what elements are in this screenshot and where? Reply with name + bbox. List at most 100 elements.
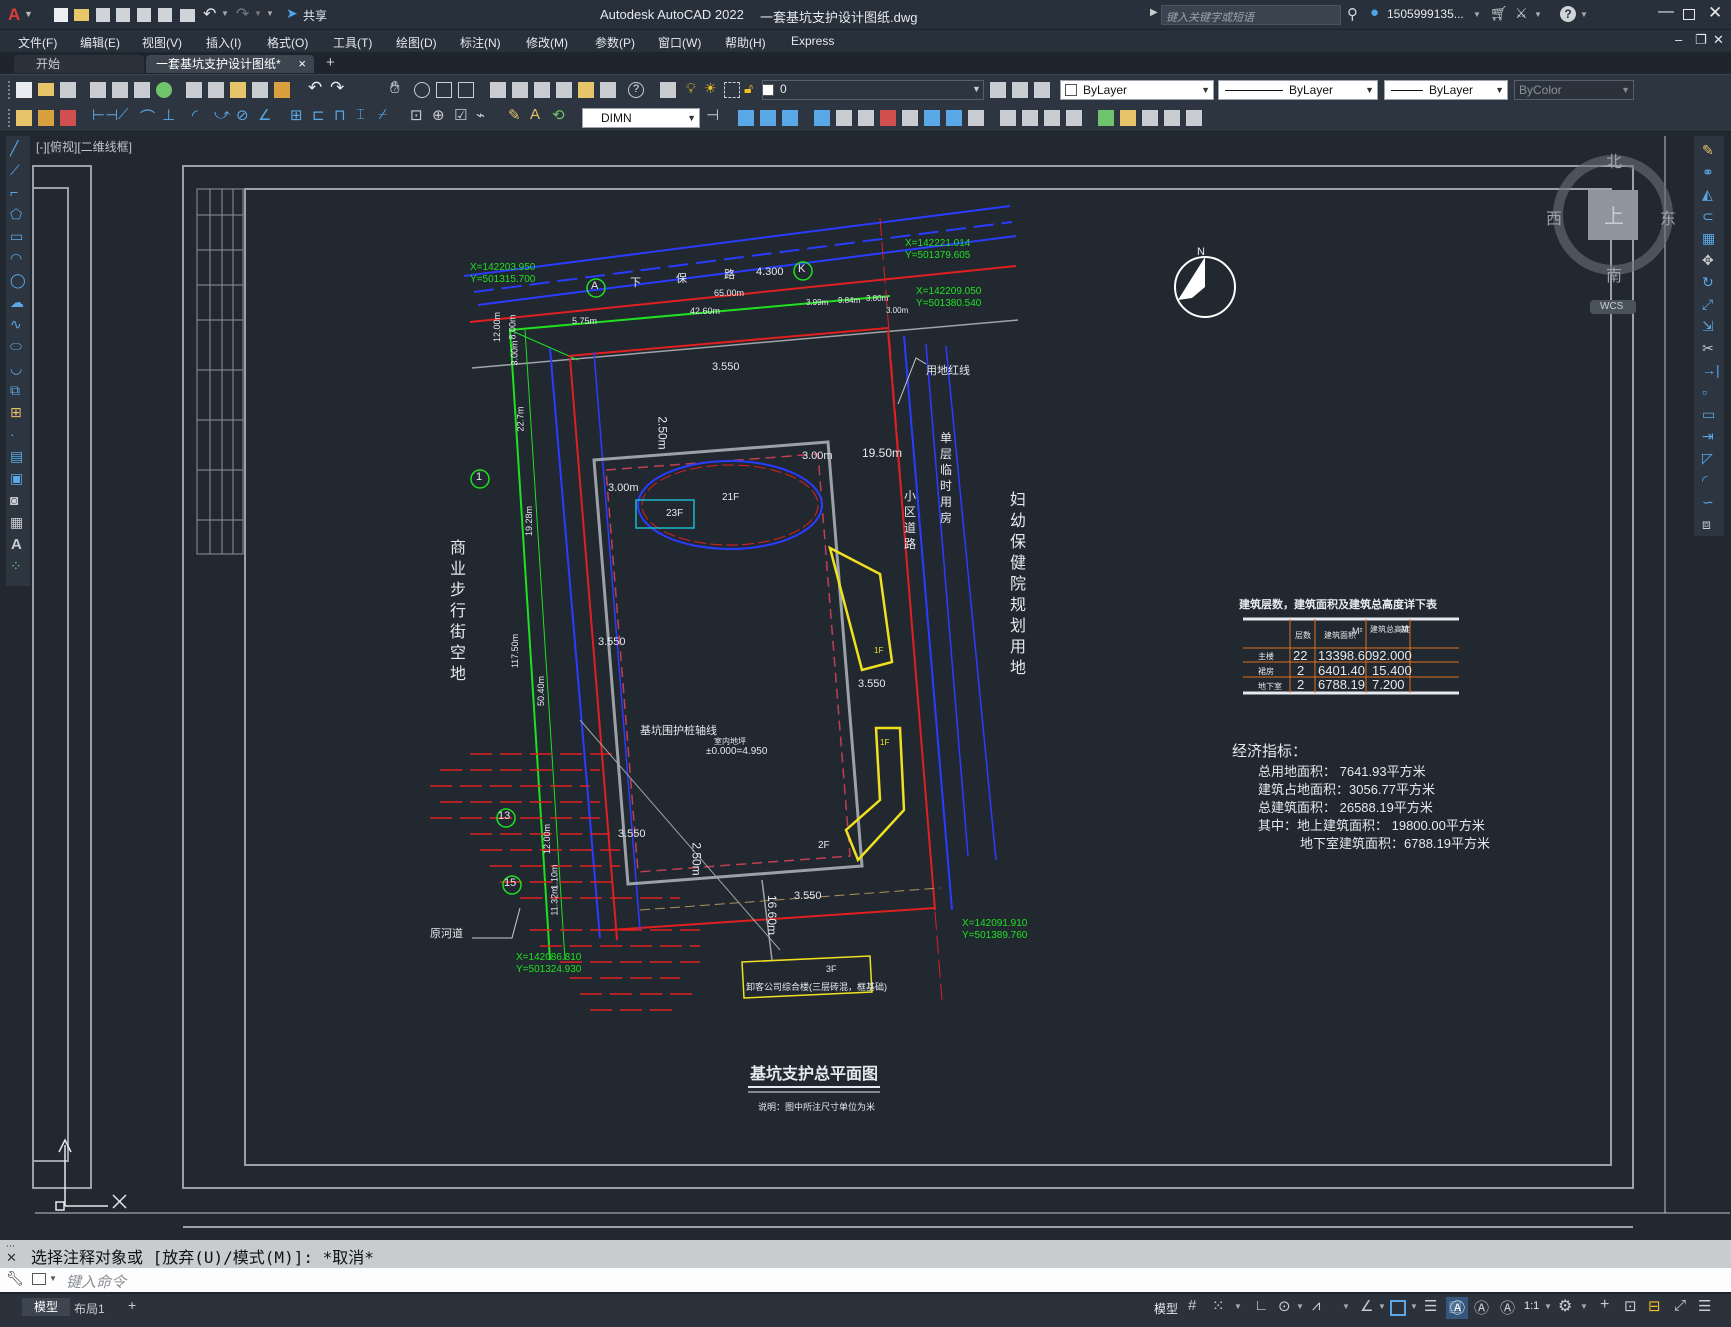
grid-icon[interactable]: # bbox=[1188, 1297, 1196, 1314]
units-icon[interactable]: ⊡ bbox=[1624, 1297, 1637, 1315]
axis-label-13: 13 bbox=[498, 810, 511, 822]
table-row3-name: 地下室 bbox=[1258, 682, 1282, 691]
axis-bubbles bbox=[470, 261, 813, 895]
brown-dash-line bbox=[639, 887, 941, 911]
axis-label-a: A bbox=[591, 280, 599, 292]
axis-label-15: 15 bbox=[504, 877, 517, 889]
model-tab[interactable]: 模型 bbox=[22, 1298, 70, 1316]
command-close-icon[interactable]: ✕ bbox=[6, 1250, 17, 1266]
wcs-label[interactable]: WCS bbox=[1600, 301, 1623, 312]
workspace-gear-icon[interactable]: ⚙ bbox=[1558, 1296, 1572, 1316]
table-header-floors: 层数 bbox=[1295, 631, 1311, 640]
coord-x-3: X=142209.050 bbox=[916, 286, 982, 297]
fullscreen-icon[interactable]: ⤢ bbox=[1674, 1297, 1686, 1314]
annotation-monitor-icon[interactable]: + bbox=[1600, 1296, 1609, 1314]
annotation-visibility-icon[interactable]: Ⓐ bbox=[1450, 1297, 1465, 1318]
floor-east2: 1F bbox=[880, 738, 890, 747]
auto-scale-icon[interactable]: Ⓐ bbox=[1474, 1297, 1489, 1318]
table-row3-height: 7.200 bbox=[1372, 677, 1405, 692]
floor-south: 2F bbox=[818, 840, 830, 851]
viewcube-east[interactable]: 东 bbox=[1660, 205, 1676, 229]
annotation-scale-value[interactable]: 1:1 bbox=[1524, 1300, 1539, 1312]
model-space-button[interactable]: 模型 bbox=[1154, 1300, 1178, 1317]
status-bar: 模型 布局1 + 模型 # ⁙ ▼ ∟ ⊙ ▼ ⩘ ▼ ∠ ▼ ▼ ☰ ▤ Ⓐ … bbox=[0, 1293, 1731, 1327]
indicator-line-4: 其中：地上建筑面积： 19800.00平方米 bbox=[1258, 818, 1485, 833]
dim-d5: 3.00m bbox=[886, 306, 909, 315]
lineweight-icon[interactable]: ☰ bbox=[1424, 1297, 1437, 1315]
floor-main: 21F bbox=[722, 492, 740, 503]
command-recent-dropdown-icon[interactable]: ▼ bbox=[49, 1274, 57, 1283]
elevation-4: 3.550 bbox=[618, 828, 646, 840]
viewcube-west[interactable]: 西 bbox=[1546, 205, 1562, 229]
table-title: 建筑层数，建筑面积及建筑总高度详下表 bbox=[1239, 599, 1437, 611]
temp-house-label: 单层临时用房 bbox=[940, 431, 953, 525]
ortho-icon[interactable]: ∟ bbox=[1254, 1297, 1269, 1314]
viewcube[interactable] bbox=[1553, 155, 1673, 314]
pit-line-label: 基坑围护桩轴线 bbox=[640, 725, 717, 737]
dim-right1: 19.50m bbox=[862, 446, 903, 460]
table-row3-floors: 2 bbox=[1297, 677, 1305, 692]
blue-line-right3 bbox=[945, 345, 997, 861]
indicator-line-2: 建筑占地面积：3056.77平方米 bbox=[1258, 782, 1435, 797]
command-history: ⋯ ✕ 选择注释对象或 [放弃(U)/模式(M)]: *取消* bbox=[0, 1240, 1731, 1268]
dim-left3: 3.00m bbox=[509, 340, 520, 366]
command-settings-icon[interactable]: 🔧︎ bbox=[6, 1270, 24, 1287]
dim-top-total: 65.00m bbox=[714, 288, 745, 298]
dim-d1: 5.75m bbox=[572, 316, 598, 326]
add-layout-button[interactable]: + bbox=[128, 1297, 136, 1313]
workspace-dropdown-icon[interactable]: ▼ bbox=[1580, 1302, 1588, 1311]
snap-icon[interactable]: ⁙ bbox=[1212, 1297, 1225, 1315]
north-arrow-label: N bbox=[1197, 246, 1205, 258]
leader-line bbox=[509, 329, 579, 361]
layout1-tab[interactable]: 布局1 bbox=[74, 1300, 105, 1317]
annotation-scale-icon[interactable]: Ⓐ bbox=[1500, 1297, 1515, 1318]
leader-redline bbox=[897, 357, 927, 405]
table-row2-area: 6401.40 bbox=[1318, 663, 1365, 678]
viewcube-north[interactable]: 北 bbox=[1606, 148, 1622, 172]
table-row3-area: 6788.19 bbox=[1318, 677, 1365, 692]
annotation-scale-dropdown-icon[interactable]: ▼ bbox=[1544, 1302, 1552, 1311]
blue-line-right2 bbox=[925, 343, 969, 857]
coord-y-5: Y=501389.760 bbox=[962, 930, 1028, 941]
dim-left8: 12.00m bbox=[542, 823, 553, 855]
dim-left5: 19.28m bbox=[524, 505, 535, 537]
red-line bbox=[567, 327, 889, 357]
dim-left6: 117.50m bbox=[510, 633, 521, 669]
quick-properties-icon[interactable]: ⊟ bbox=[1648, 1297, 1661, 1315]
command-line[interactable]: 🔧︎ ▼ 键入命令 bbox=[0, 1268, 1731, 1292]
polar-dropdown-icon[interactable]: ▼ bbox=[1296, 1302, 1304, 1311]
otrack-dropdown-icon[interactable]: ▼ bbox=[1378, 1302, 1386, 1311]
osnap-icon[interactable] bbox=[1390, 1300, 1406, 1316]
left-land-label: 商业步行街空地 bbox=[450, 540, 467, 683]
polar-icon[interactable]: ⊙ bbox=[1278, 1297, 1291, 1315]
viewcube-south[interactable]: 南 bbox=[1606, 262, 1622, 286]
table-row2-floors: 2 bbox=[1297, 663, 1305, 678]
pit-inner-line bbox=[605, 453, 851, 873]
road-char-1: 下 bbox=[630, 277, 641, 289]
isodraft-icon[interactable]: ⩘ bbox=[1312, 1297, 1320, 1314]
elevation-1: 3.550 bbox=[712, 361, 740, 373]
coord-x-2: X=142221.014 bbox=[905, 238, 971, 249]
drawing-canvas[interactable] bbox=[0, 0, 1731, 1327]
site-plan bbox=[430, 205, 1019, 1011]
customize-status-icon[interactable]: ☰ bbox=[1698, 1297, 1711, 1315]
isodraft-dropdown-icon[interactable]: ▼ bbox=[1342, 1302, 1350, 1311]
indicator-line-3: 总建筑面积： 26588.19平方米 bbox=[1258, 800, 1433, 815]
dim-left4: 22.7m bbox=[515, 406, 526, 432]
dim-pit2: 3.00m bbox=[608, 482, 639, 494]
indicator-line-1: 总用地面积： 7641.93平方米 bbox=[1258, 764, 1426, 779]
grey-line bbox=[471, 319, 1019, 369]
dim-d2: 3.99m bbox=[806, 298, 829, 307]
otrack-icon[interactable]: ∠ bbox=[1360, 1297, 1373, 1315]
red-line-label: 用地红线 bbox=[926, 365, 970, 377]
command-recent-icon[interactable] bbox=[32, 1273, 46, 1285]
dim-left7: 50.40m bbox=[536, 675, 547, 707]
dim-top-inner: 42.60m bbox=[690, 306, 721, 316]
snap-dropdown-icon[interactable]: ▼ bbox=[1234, 1302, 1242, 1311]
viewcube-top[interactable]: 上 bbox=[1604, 200, 1624, 229]
south-building-floors: 3F bbox=[826, 964, 837, 974]
table-row1-height: 92.000 bbox=[1372, 648, 1412, 663]
osnap-dropdown-icon[interactable]: ▼ bbox=[1410, 1302, 1418, 1311]
elevation-5: 3.550 bbox=[794, 890, 822, 902]
command-input[interactable]: 键入命令 bbox=[66, 1271, 126, 1292]
